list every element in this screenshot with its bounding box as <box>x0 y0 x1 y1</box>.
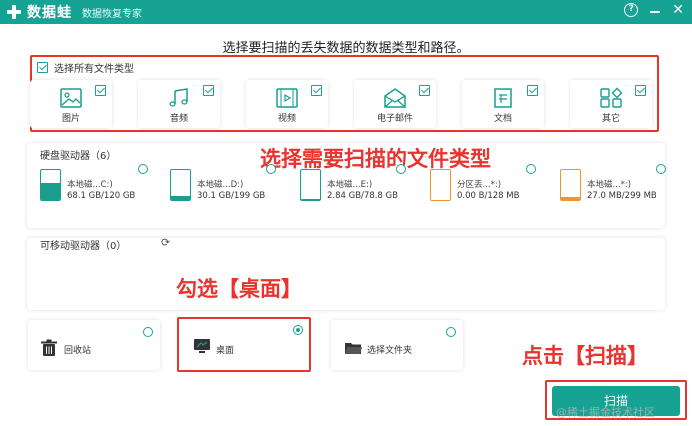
audio-type-label: 音频 <box>169 114 188 124</box>
file-type-document[interactable]: 文档 <box>462 80 544 128</box>
drive-local[interactable]: 本地磁...*:) 27.0 MB/299 MB <box>548 167 668 207</box>
drive-c[interactable]: 本地磁...C:) 68.1 GB/120 GB <box>28 167 148 207</box>
desktop-annotation: 勾选【桌面】 <box>176 277 302 301</box>
drive-lost-radio[interactable] <box>526 164 536 174</box>
minimize-icon[interactable] <box>650 11 661 13</box>
scan-annotation: 点击【扫描】 <box>522 344 648 368</box>
drive-c-radio[interactable] <box>138 164 148 174</box>
video-type-label: 视频 <box>277 114 296 124</box>
email-type-checkbox[interactable] <box>419 85 430 96</box>
drive-size: 30.1 GB/199 GB <box>197 191 266 201</box>
drive-e[interactable]: 本地磁...E:) 2.84 GB/78.8 GB <box>288 167 408 207</box>
app-logo: 数据蛙 数据恢复专家 <box>6 2 142 22</box>
drive-icon <box>560 169 581 201</box>
music-icon <box>169 88 188 107</box>
drive-e-radio[interactable] <box>396 164 406 174</box>
app-name: 数据蛙 <box>27 5 72 21</box>
file-type-video[interactable]: 视频 <box>246 80 328 128</box>
drive-size: 0.00 B/128 MB <box>457 191 520 201</box>
app-subtitle: 数据恢复专家 <box>82 8 142 20</box>
refresh-icon[interactable]: ⟳ <box>161 237 172 248</box>
page-heading: 选择要扫描的丢失数据的数据类型和路径。 <box>222 41 470 56</box>
location-select-folder[interactable]: 选择文件夹 <box>331 320 463 370</box>
document-type-checkbox[interactable] <box>527 85 538 96</box>
location-desktop[interactable]: 桌面 <box>180 320 308 369</box>
drive-name: 本地磁...E:) <box>327 180 373 190</box>
drive-size: 27.0 MB/299 MB <box>587 191 657 201</box>
recycle-bin-radio[interactable] <box>143 327 153 337</box>
file-type-other[interactable]: 其它 <box>570 80 652 128</box>
desktop-icon <box>194 339 210 353</box>
drive-icon <box>300 169 321 201</box>
image-type-label: 图片 <box>61 114 80 124</box>
file-type-email[interactable]: 电子邮件 <box>354 80 436 128</box>
file-type-audio[interactable]: 音频 <box>138 80 220 128</box>
logo-cross-icon <box>6 4 22 20</box>
file-type-image[interactable]: 图片 <box>30 80 112 128</box>
hard-drive-title: 硬盘驱动器（6） <box>40 151 117 162</box>
drive-name: 本地磁...D:) <box>197 180 244 190</box>
email-icon <box>384 88 406 108</box>
drive-d-radio[interactable] <box>266 164 276 174</box>
drive-icon <box>430 169 451 201</box>
document-type-label: 文档 <box>493 114 512 124</box>
drive-d[interactable]: 本地磁...D:) 30.1 GB/199 GB <box>158 167 278 207</box>
select-all-label: 选择所有文件类型 <box>54 64 134 75</box>
email-type-label: 电子邮件 <box>376 114 413 124</box>
drive-icon <box>40 169 61 201</box>
drive-size: 68.1 GB/120 GB <box>67 191 136 201</box>
other-type-checkbox[interactable] <box>635 85 646 96</box>
drive-size: 2.84 GB/78.8 GB <box>327 191 398 201</box>
image-type-checkbox[interactable] <box>95 85 106 96</box>
close-icon[interactable]: ✕ <box>672 3 684 17</box>
video-icon <box>276 88 298 108</box>
select-folder-label: 选择文件夹 <box>367 346 413 356</box>
drive-name: 分区丢...*:) <box>457 180 502 190</box>
document-icon <box>494 88 512 108</box>
other-icon <box>600 87 623 108</box>
desktop-radio[interactable] <box>293 325 303 335</box>
folder-icon <box>345 343 362 354</box>
recycle-bin-label: 回收站 <box>64 346 92 356</box>
drive-icon <box>170 169 191 201</box>
removable-drive-title: 可移动驱动器（0） <box>40 241 127 252</box>
desktop-label: 桌面 <box>216 346 235 356</box>
location-recycle-bin[interactable]: 回收站 <box>28 320 160 370</box>
watermark: @稀土掘金技术社区 <box>556 406 655 419</box>
title-bar: 数据蛙 数据恢复专家 ? ✕ <box>0 0 692 24</box>
select-folder-radio[interactable] <box>446 327 456 337</box>
select-all-file-types[interactable]: 选择所有文件类型 <box>37 60 134 75</box>
drive-name: 本地磁...*:) <box>587 180 632 190</box>
recycle-bin-icon <box>41 339 57 356</box>
image-icon <box>60 88 82 108</box>
video-type-checkbox[interactable] <box>311 85 322 96</box>
select-all-checkbox[interactable] <box>37 62 48 73</box>
drive-local-radio[interactable] <box>656 164 666 174</box>
audio-type-checkbox[interactable] <box>203 85 214 96</box>
help-icon[interactable]: ? <box>624 3 639 17</box>
drive-name: 本地磁...C:) <box>67 180 113 190</box>
other-type-label: 其它 <box>601 114 620 124</box>
drive-lost-partition[interactable]: 分区丢...*:) 0.00 B/128 MB <box>418 167 538 207</box>
